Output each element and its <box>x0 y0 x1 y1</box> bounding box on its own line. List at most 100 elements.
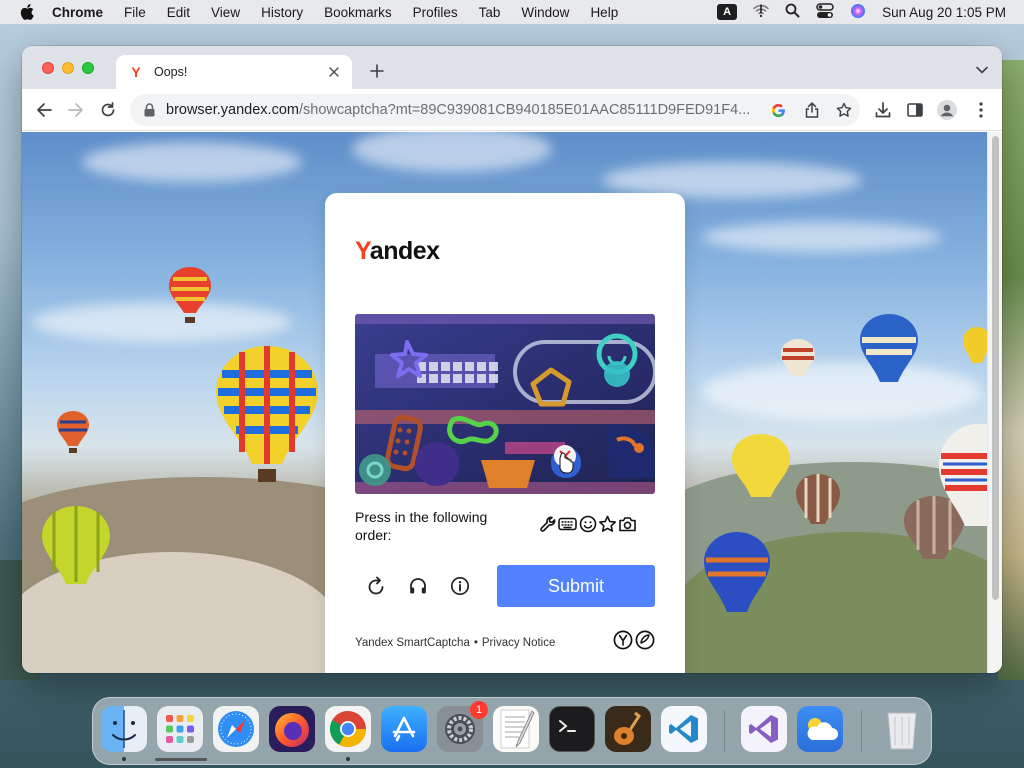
running-indicator <box>122 757 126 761</box>
chrome-window: Y Oops! browser.yandex.com/showcaptcha?m… <box>22 46 1002 673</box>
submit-button[interactable]: Submit <box>497 565 655 607</box>
menu-edit[interactable]: Edit <box>167 5 190 20</box>
tab-close-icon[interactable] <box>326 64 342 80</box>
siri-icon[interactable] <box>850 3 866 22</box>
menu-profiles[interactable]: Profiles <box>413 5 458 20</box>
smartcaptcha-link[interactable]: Yandex SmartCaptcha <box>355 637 470 649</box>
dock-finder-icon[interactable] <box>101 706 147 752</box>
footer-logos <box>613 630 655 650</box>
page-scrollbar[interactable] <box>987 132 1002 673</box>
minimize-window-button[interactable] <box>62 62 74 74</box>
menu-tab[interactable]: Tab <box>479 5 501 20</box>
back-arrow-icon[interactable] <box>33 99 55 121</box>
url-text[interactable]: browser.yandex.com/showcaptcha?mt=89C939… <box>166 102 756 118</box>
captcha-challenge-image[interactable] <box>355 314 655 494</box>
smartcaptcha-circle-logo-icon[interactable] <box>635 630 655 650</box>
address-bar[interactable]: browser.yandex.com/showcaptcha?mt=89C939… <box>130 94 860 126</box>
url-host: browser.yandex.com <box>166 102 299 118</box>
menu-help[interactable]: Help <box>590 5 618 20</box>
audio-captcha-headphones-icon[interactable] <box>406 574 430 598</box>
dock-terminal-icon[interactable] <box>549 706 595 752</box>
menu-history[interactable]: History <box>261 5 303 20</box>
cloud <box>82 142 302 182</box>
cloud <box>32 302 292 342</box>
dock: 1 <box>92 697 932 765</box>
input-source-indicator[interactable]: A <box>717 4 738 20</box>
system-settings-badge: 1 <box>470 701 488 719</box>
yandex-logo: Yandex <box>355 237 440 266</box>
captcha-footer: Yandex SmartCaptcha • Privacy Notice <box>355 637 555 649</box>
dock-vscode-icon[interactable] <box>661 706 707 752</box>
spotlight-search-icon[interactable] <box>785 3 800 21</box>
dock-safari-icon[interactable] <box>213 706 259 752</box>
dock-garageband-icon[interactable] <box>605 706 651 752</box>
dock-scroll-indicator <box>155 758 207 761</box>
downloads-icon[interactable] <box>872 99 894 121</box>
cloud <box>702 222 942 252</box>
menu-app-chrome[interactable]: Chrome <box>52 5 103 20</box>
tab-strip: Y Oops! <box>22 46 1002 89</box>
hot-air-balloon <box>704 532 770 612</box>
page-viewport: Yandex Press in the following order: Sub… <box>22 132 987 673</box>
apple-menu-icon[interactable] <box>18 3 36 21</box>
tab-title: Oops! <box>154 65 188 79</box>
menu-file[interactable]: File <box>124 5 146 20</box>
captcha-card: Yandex Press in the following order: Sub… <box>325 193 685 673</box>
hot-air-balloon <box>963 327 987 363</box>
camera-icon <box>618 514 637 533</box>
more-menu-icon[interactable] <box>970 99 992 121</box>
yandex-logo-rest: andex <box>369 237 440 265</box>
smiley-icon <box>578 514 597 533</box>
menu-bookmarks[interactable]: Bookmarks <box>324 5 392 20</box>
footer-separator: • <box>473 637 478 649</box>
info-icon[interactable] <box>448 574 472 598</box>
tab-active[interactable]: Y Oops! <box>116 55 352 89</box>
share-icon[interactable] <box>804 102 820 118</box>
reload-icon[interactable] <box>97 99 119 121</box>
google-lens-icon[interactable] <box>770 102 786 118</box>
hot-air-balloon <box>216 346 318 482</box>
profile-avatar-icon[interactable] <box>936 99 958 121</box>
side-panel-icon[interactable] <box>904 99 926 121</box>
captcha-order-icons <box>538 514 637 533</box>
control-center-icon[interactable] <box>816 2 834 22</box>
wifi-off-icon[interactable] <box>753 3 769 21</box>
hot-air-balloon <box>781 339 815 376</box>
hot-air-balloon <box>169 267 211 323</box>
refresh-captcha-icon[interactable] <box>364 574 388 598</box>
star-icon <box>598 514 617 533</box>
forward-arrow-icon[interactable] <box>65 99 87 121</box>
url-path: /showcaptcha?mt=89C939081CB940185E01AAC8… <box>298 102 751 118</box>
browser-toolbar: browser.yandex.com/showcaptcha?mt=89C939… <box>22 89 1002 131</box>
dock-launchpad-icon[interactable] <box>157 706 203 752</box>
menubar-clock[interactable]: Sun Aug 20 1:05 PM <box>882 5 1006 20</box>
menu-bar: Chrome File Edit View History Bookmarks … <box>0 0 1024 24</box>
zoom-window-button[interactable] <box>82 62 94 74</box>
hot-air-balloon <box>860 314 918 382</box>
lock-icon[interactable] <box>142 103 156 117</box>
dock-app-store-icon[interactable] <box>381 706 427 752</box>
dock-trash-icon[interactable] <box>879 706 925 752</box>
dock-firefox-icon[interactable] <box>269 706 315 752</box>
cloud <box>702 362 982 422</box>
captcha-instruction: Press in the following order: <box>355 509 488 543</box>
hot-air-balloon <box>57 411 89 453</box>
dock-visual-studio-icon[interactable] <box>741 706 787 752</box>
scrollbar-thumb[interactable] <box>992 136 999 600</box>
yandex-circle-logo-icon[interactable] <box>613 630 633 650</box>
tab-search-chevron-icon[interactable] <box>974 62 990 78</box>
new-tab-plus-icon[interactable] <box>367 61 387 81</box>
keyboard-icon <box>558 514 577 533</box>
close-window-button[interactable] <box>42 62 54 74</box>
privacy-notice-link[interactable]: Privacy Notice <box>482 637 556 649</box>
menu-window[interactable]: Window <box>521 5 569 20</box>
bookmark-star-icon[interactable] <box>836 102 852 118</box>
dock-separator <box>724 710 725 752</box>
hot-air-balloon <box>732 434 790 497</box>
dock-weather-icon[interactable] <box>797 706 843 752</box>
window-controls <box>42 62 94 74</box>
hot-air-balloon <box>939 424 987 526</box>
dock-textedit-icon[interactable] <box>493 706 539 752</box>
menu-view[interactable]: View <box>211 5 240 20</box>
dock-chrome-icon[interactable] <box>325 706 371 752</box>
